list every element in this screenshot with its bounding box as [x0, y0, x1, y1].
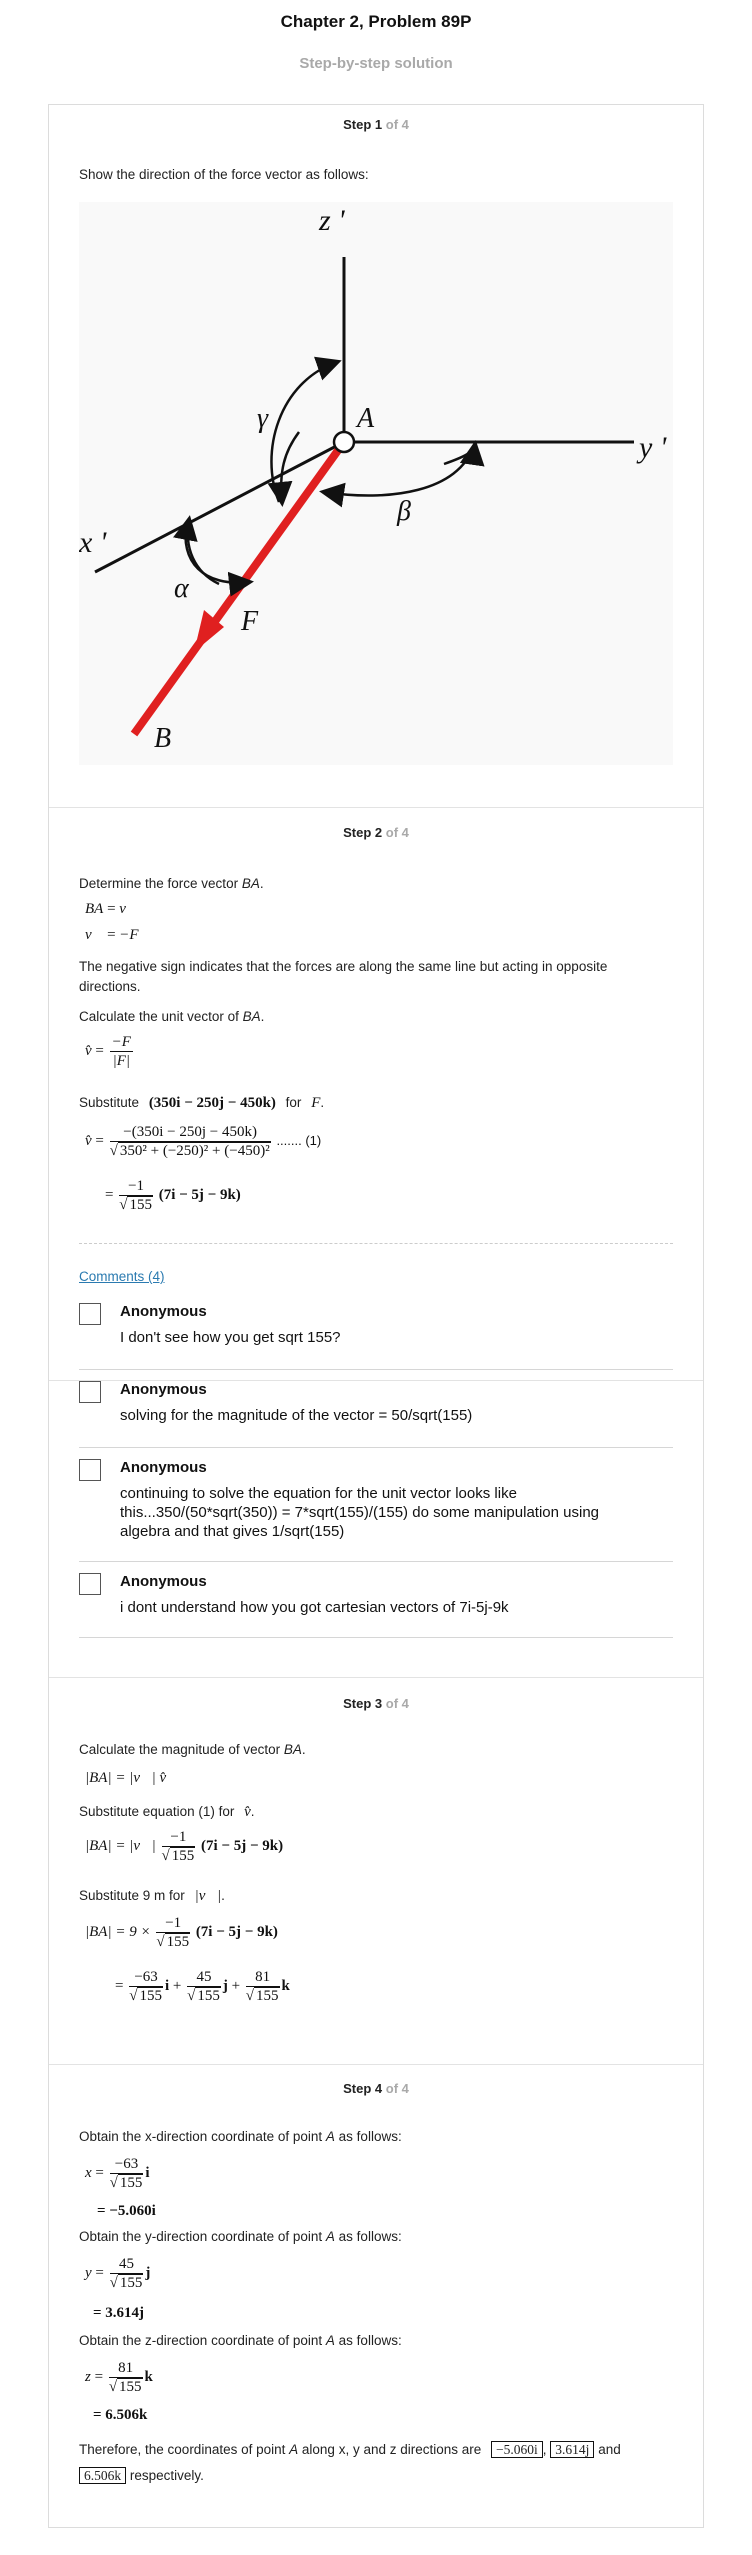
- comment-checkbox[interactable]: [79, 1303, 101, 1325]
- comment-item: Anonymous continuing to solve the equati…: [79, 1459, 673, 1562]
- eq-x-result: = −5.060i: [97, 2203, 156, 2219]
- comment-item: Anonymous solving for the magnitude of t…: [79, 1381, 673, 1451]
- page-title: Chapter 2, Problem 89P: [280, 12, 472, 31]
- step-1-text: Show the direction of the force vector a…: [79, 167, 369, 182]
- comment-checkbox[interactable]: [79, 1573, 101, 1595]
- step-2-substitute: Substitute (350i − 250j − 450k) for F.: [79, 1095, 325, 1111]
- answer-x: −5.060i: [491, 2441, 543, 2458]
- comment-divider: [79, 1447, 673, 1448]
- comment-checkbox[interactable]: [79, 1381, 101, 1403]
- step-2-title: Step 2 of 4: [343, 825, 409, 840]
- comment-divider: [79, 1369, 673, 1370]
- step-4-z-intro: Obtain the z-direction coordinate of poi…: [79, 2333, 402, 2348]
- step-4-y-intro: Obtain the y-direction coordinate of poi…: [79, 2229, 402, 2244]
- comment-text: continuing to solve the equation for the…: [120, 1485, 600, 1540]
- comment-author: Anonymous: [120, 1381, 207, 1398]
- force-line: [130, 439, 348, 737]
- label-beta: β: [396, 496, 411, 527]
- label-f: F: [240, 606, 259, 637]
- comment-text: solving for the magnitude of the vector …: [120, 1407, 473, 1424]
- step-1: Step 1 of 4 Show the direction of the fo…: [49, 105, 703, 808]
- step-2-intro: Determine the force vector BA.: [79, 876, 264, 891]
- alpha-arc: [184, 521, 254, 597]
- eq-ba-v: BA = v⃗: [85, 901, 138, 917]
- comment-author: Anonymous: [120, 1303, 207, 1320]
- step-2-note: The negative sign indicates that the for…: [79, 959, 608, 994]
- comments-link[interactable]: Comments (4): [79, 1269, 165, 1284]
- label-x: x ': [79, 526, 107, 559]
- label-alpha: α: [174, 573, 190, 604]
- alpha-arc-upper: [173, 515, 220, 586]
- solution-card: Step 1 of 4 Show the direction of the fo…: [48, 104, 704, 2528]
- comment-author: Anonymous: [120, 1573, 207, 1590]
- comment-text: i dont understand how you got cartesian …: [120, 1599, 509, 1616]
- eq-unit-simplified: = −1 √ 155 (7i − 5j − 9k): [105, 1178, 241, 1213]
- comment-checkbox[interactable]: [79, 1459, 101, 1481]
- step-3-intro: Calculate the magnitude of vector BA.: [79, 1742, 306, 1757]
- eq-z-result: = 6.506k: [93, 2407, 148, 2423]
- step-4-title: Step 4 of 4: [343, 2081, 409, 2096]
- label-z: z ': [318, 204, 345, 237]
- eq-z-coordinate: z = 81 √ 155 k: [85, 2360, 153, 2395]
- comment-divider: [79, 1637, 673, 1638]
- eq-y-coordinate: y = 45 √ 155 j: [85, 2256, 151, 2291]
- eq-ba-magnitude: |BA| = |v⃗| v̂: [85, 1770, 167, 1786]
- eq-unit-vector: v̂ = −F |F|: [85, 1034, 133, 1069]
- label-a: A: [355, 403, 375, 434]
- comment-author: Anonymous: [120, 1459, 207, 1476]
- eq-y-result: = 3.614j: [93, 2305, 145, 2321]
- answer-z: 6.506k: [79, 2467, 127, 2484]
- comments-separator: [79, 1243, 673, 1244]
- step-3: Step 3 of 4 Calculate the magnitude of v…: [49, 1677, 703, 2065]
- step-2-unit-intro: Calculate the unit vector of BA.: [79, 1009, 265, 1024]
- step-2: Step 2 of 4 Determine the force vector B…: [49, 807, 703, 1381]
- x-axis: [94, 440, 345, 574]
- step-4: Step 4 of 4 Obtain the x-direction coord…: [49, 2063, 703, 2527]
- step-4-x-intro: Obtain the x-direction coordinate of poi…: [79, 2129, 402, 2144]
- step-1-title: Step 1 of 4: [343, 117, 409, 132]
- label-gamma: γ: [257, 403, 269, 434]
- comment-item: Anonymous I don't see how you get sqrt 1…: [79, 1303, 673, 1373]
- eq-x-coordinate: x = −63 √ 155 i: [85, 2156, 150, 2191]
- eq-unit-subst: v̂ = −(350i − 250j − 450k) √ 350² + (−250)…: [85, 1124, 322, 1159]
- origin-circle: [332, 430, 356, 454]
- label-y: y ': [636, 431, 667, 464]
- force-diagram: z ' y ' x ' A B F α β γ: [78, 202, 673, 765]
- step-4-conclusion: Therefore, the coordinates of point A al…: [79, 2441, 621, 2484]
- step-3-title: Step 3 of 4: [343, 1696, 409, 1711]
- step-3-subst1: Substitute equation (1) for v̂.: [79, 1804, 255, 1820]
- comment-text: I don't see how you get sqrt 155?: [120, 1329, 341, 1346]
- eq-ba-components: = −63 √ 155 i + 45 √ 155 j + 81 √ 155 k: [115, 1969, 290, 2004]
- eq-v-negf: v⃗ = −F: [85, 927, 139, 943]
- answer-y: 3.614j: [550, 2441, 595, 2458]
- eq-ba-9m: |BA| = 9 × −1 √ 155 (7i − 5j − 9k): [85, 1915, 278, 1950]
- page-subtitle: Step-by-step solution: [299, 55, 453, 72]
- comment-item: Anonymous i dont understand how you got …: [79, 1573, 673, 1643]
- label-b: B: [154, 723, 171, 754]
- step-3-subst2: Substitute 9 m for |v⃗|.: [79, 1888, 225, 1904]
- force-diagram-svg: z ' y ' x ' A B F α β γ: [78, 204, 667, 754]
- comment-divider: [79, 1561, 673, 1562]
- eq-ba-subst: |BA| = |v⃗| −1 √ 155 (7i − 5j − 9k): [85, 1829, 284, 1864]
